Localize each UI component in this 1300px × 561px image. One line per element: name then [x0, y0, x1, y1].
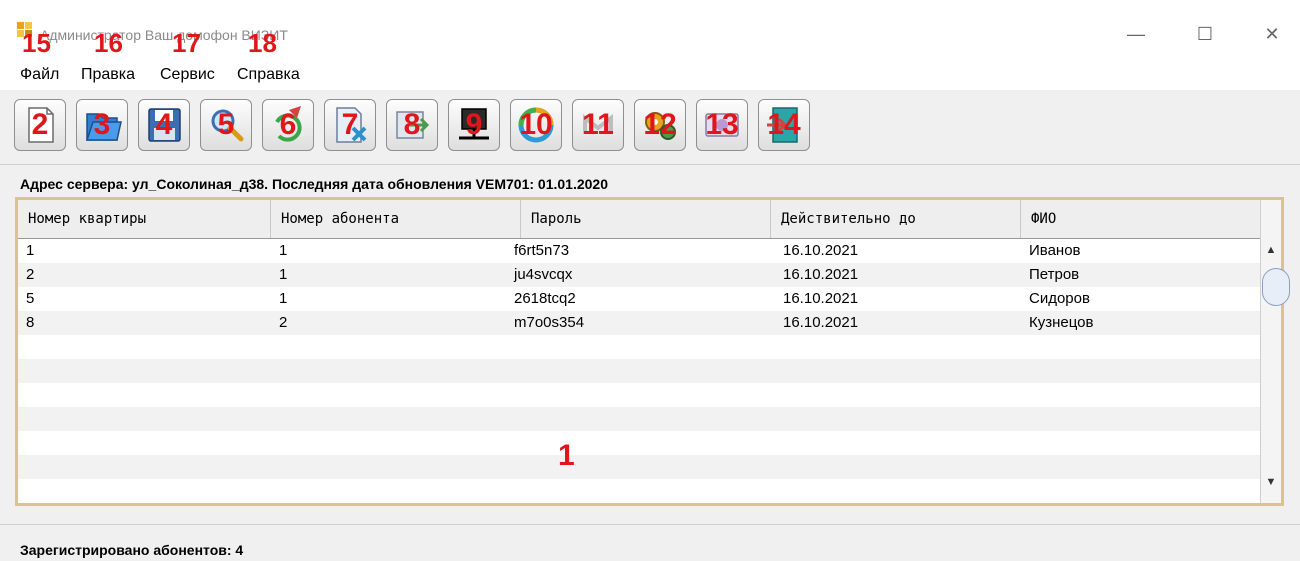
minimize-button[interactable]: —: [1124, 22, 1148, 46]
annotation-number: 17: [172, 28, 201, 58]
vertical-scrollbar[interactable]: ▲ ▼: [1260, 200, 1290, 503]
column-header[interactable]: Пароль: [521, 200, 771, 238]
server-info: Адрес сервера: ул_Соколиная_д38. Последн…: [20, 176, 608, 192]
empty-row: [18, 359, 1260, 383]
table-cell: 8: [26, 314, 35, 331]
network-button[interactable]: 9: [448, 99, 500, 151]
scroll-up-arrow-icon[interactable]: ▲: [1261, 240, 1281, 260]
sync-button[interactable]: 10: [510, 99, 562, 151]
table-cell: 16.10.2021: [783, 266, 859, 283]
disabled-action-button[interactable]: 11: [572, 99, 624, 151]
table-cell: Кузнецов: [1029, 314, 1094, 331]
close-button[interactable]: ✕: [1260, 22, 1284, 46]
table-row[interactable]: 1 1 f6rt5n73 16.10.2021 Иванов: [18, 239, 1260, 263]
delete-button[interactable]: 7: [324, 99, 376, 151]
new-button[interactable]: 2: [14, 99, 66, 151]
settings-button[interactable]: 12: [634, 99, 686, 151]
table-cell: ju4svcqx: [514, 266, 573, 283]
table-cell: Сидоров: [1029, 290, 1090, 307]
table-header: Номер квартиры Номер абонента Пароль Дей…: [18, 200, 1271, 239]
annotation-number: 9: [465, 108, 483, 141]
scroll-thumb[interactable]: [1262, 268, 1290, 306]
menu-edit[interactable]: Правка: [81, 66, 135, 84]
table-row[interactable]: 5 1 2618tcq2 16.10.2021 Сидоров: [18, 287, 1260, 311]
annotation-number: 10: [519, 108, 553, 141]
annotation-number: 3: [93, 108, 111, 141]
empty-row: [18, 407, 1260, 431]
annotation-number: 8: [403, 108, 421, 141]
status-bar: Зарегистрировано абонентов: 4: [0, 524, 1300, 561]
table-row[interactable]: 8 2 m7o0s354 16.10.2021 Кузнецов: [18, 311, 1260, 335]
column-header[interactable]: ФИО: [1021, 200, 1271, 238]
table-cell: m7o0s354: [514, 314, 585, 331]
table-cell: 1: [279, 266, 288, 283]
annotation-number: 7: [341, 108, 359, 141]
open-button[interactable]: 3: [76, 99, 128, 151]
table-cell: Петров: [1029, 266, 1080, 283]
annotation-number: 2: [31, 108, 49, 141]
table-row[interactable]: 2 1 ju4svcqx 16.10.2021 Петров: [18, 263, 1260, 287]
annotation-number: 4: [155, 108, 173, 141]
toolbar: 2 3 4 5 6 7 8 9 10 11 12 13 14: [0, 90, 1300, 165]
search-button[interactable]: 5: [200, 99, 252, 151]
annotation-number: 15: [22, 28, 51, 58]
table-cell: 16.10.2021: [783, 242, 859, 259]
maximize-button[interactable]: ☐: [1193, 22, 1217, 46]
column-header[interactable]: Номер абонента: [271, 200, 521, 238]
menu-file[interactable]: Файл: [20, 66, 59, 84]
annotation-number: 12: [643, 108, 677, 141]
annotation-number: 13: [705, 108, 739, 141]
table-cell: 1: [279, 242, 288, 259]
table-cell: 5: [26, 290, 35, 307]
menu-help[interactable]: Справка: [237, 66, 300, 84]
empty-row: [18, 383, 1260, 407]
table-cell: 2618tcq2: [514, 290, 576, 307]
scroll-down-arrow-icon[interactable]: ▼: [1261, 472, 1281, 492]
table-cell: 1: [279, 290, 288, 307]
annotation-number: 11: [582, 108, 614, 141]
table-body: 1 1 f6rt5n73 16.10.2021 Иванов 2 1 ju4sv…: [18, 239, 1260, 503]
annotation-number: 16: [94, 28, 123, 58]
column-header[interactable]: Действительно до: [771, 200, 1021, 238]
refresh-edit-button[interactable]: 6: [262, 99, 314, 151]
annotation-number: 14: [767, 108, 801, 141]
configuration-button[interactable]: 13: [696, 99, 748, 151]
table-cell: 2: [26, 266, 35, 283]
annotation-number: 18: [248, 28, 277, 58]
empty-row: [18, 335, 1260, 359]
exit-button[interactable]: 14: [758, 99, 810, 151]
menu-service[interactable]: Сервис: [160, 66, 215, 84]
column-header[interactable]: Номер квартиры: [18, 200, 271, 238]
table-cell: 16.10.2021: [783, 290, 859, 307]
subscriber-table: Номер квартиры Номер абонента Пароль Дей…: [15, 197, 1290, 506]
annotation-number: 1: [558, 439, 575, 472]
table-cell: 1: [26, 242, 35, 259]
table-cell: 2: [279, 314, 288, 331]
table-cell: f6rt5n73: [514, 242, 570, 259]
empty-row: [18, 479, 1260, 503]
empty-row: [18, 431, 1260, 455]
subscriber-count: Зарегистрировано абонентов: 4: [20, 542, 244, 558]
menu-bar: Файл Правка Сервис Справка: [0, 62, 1300, 90]
annotation-number: 6: [279, 108, 297, 141]
table-cell: 16.10.2021: [783, 314, 859, 331]
annotation-number: 5: [217, 108, 235, 141]
import-button[interactable]: 8: [386, 99, 438, 151]
save-button[interactable]: 4: [138, 99, 190, 151]
table-cell: Иванов: [1029, 242, 1081, 259]
empty-row: [18, 455, 1260, 479]
